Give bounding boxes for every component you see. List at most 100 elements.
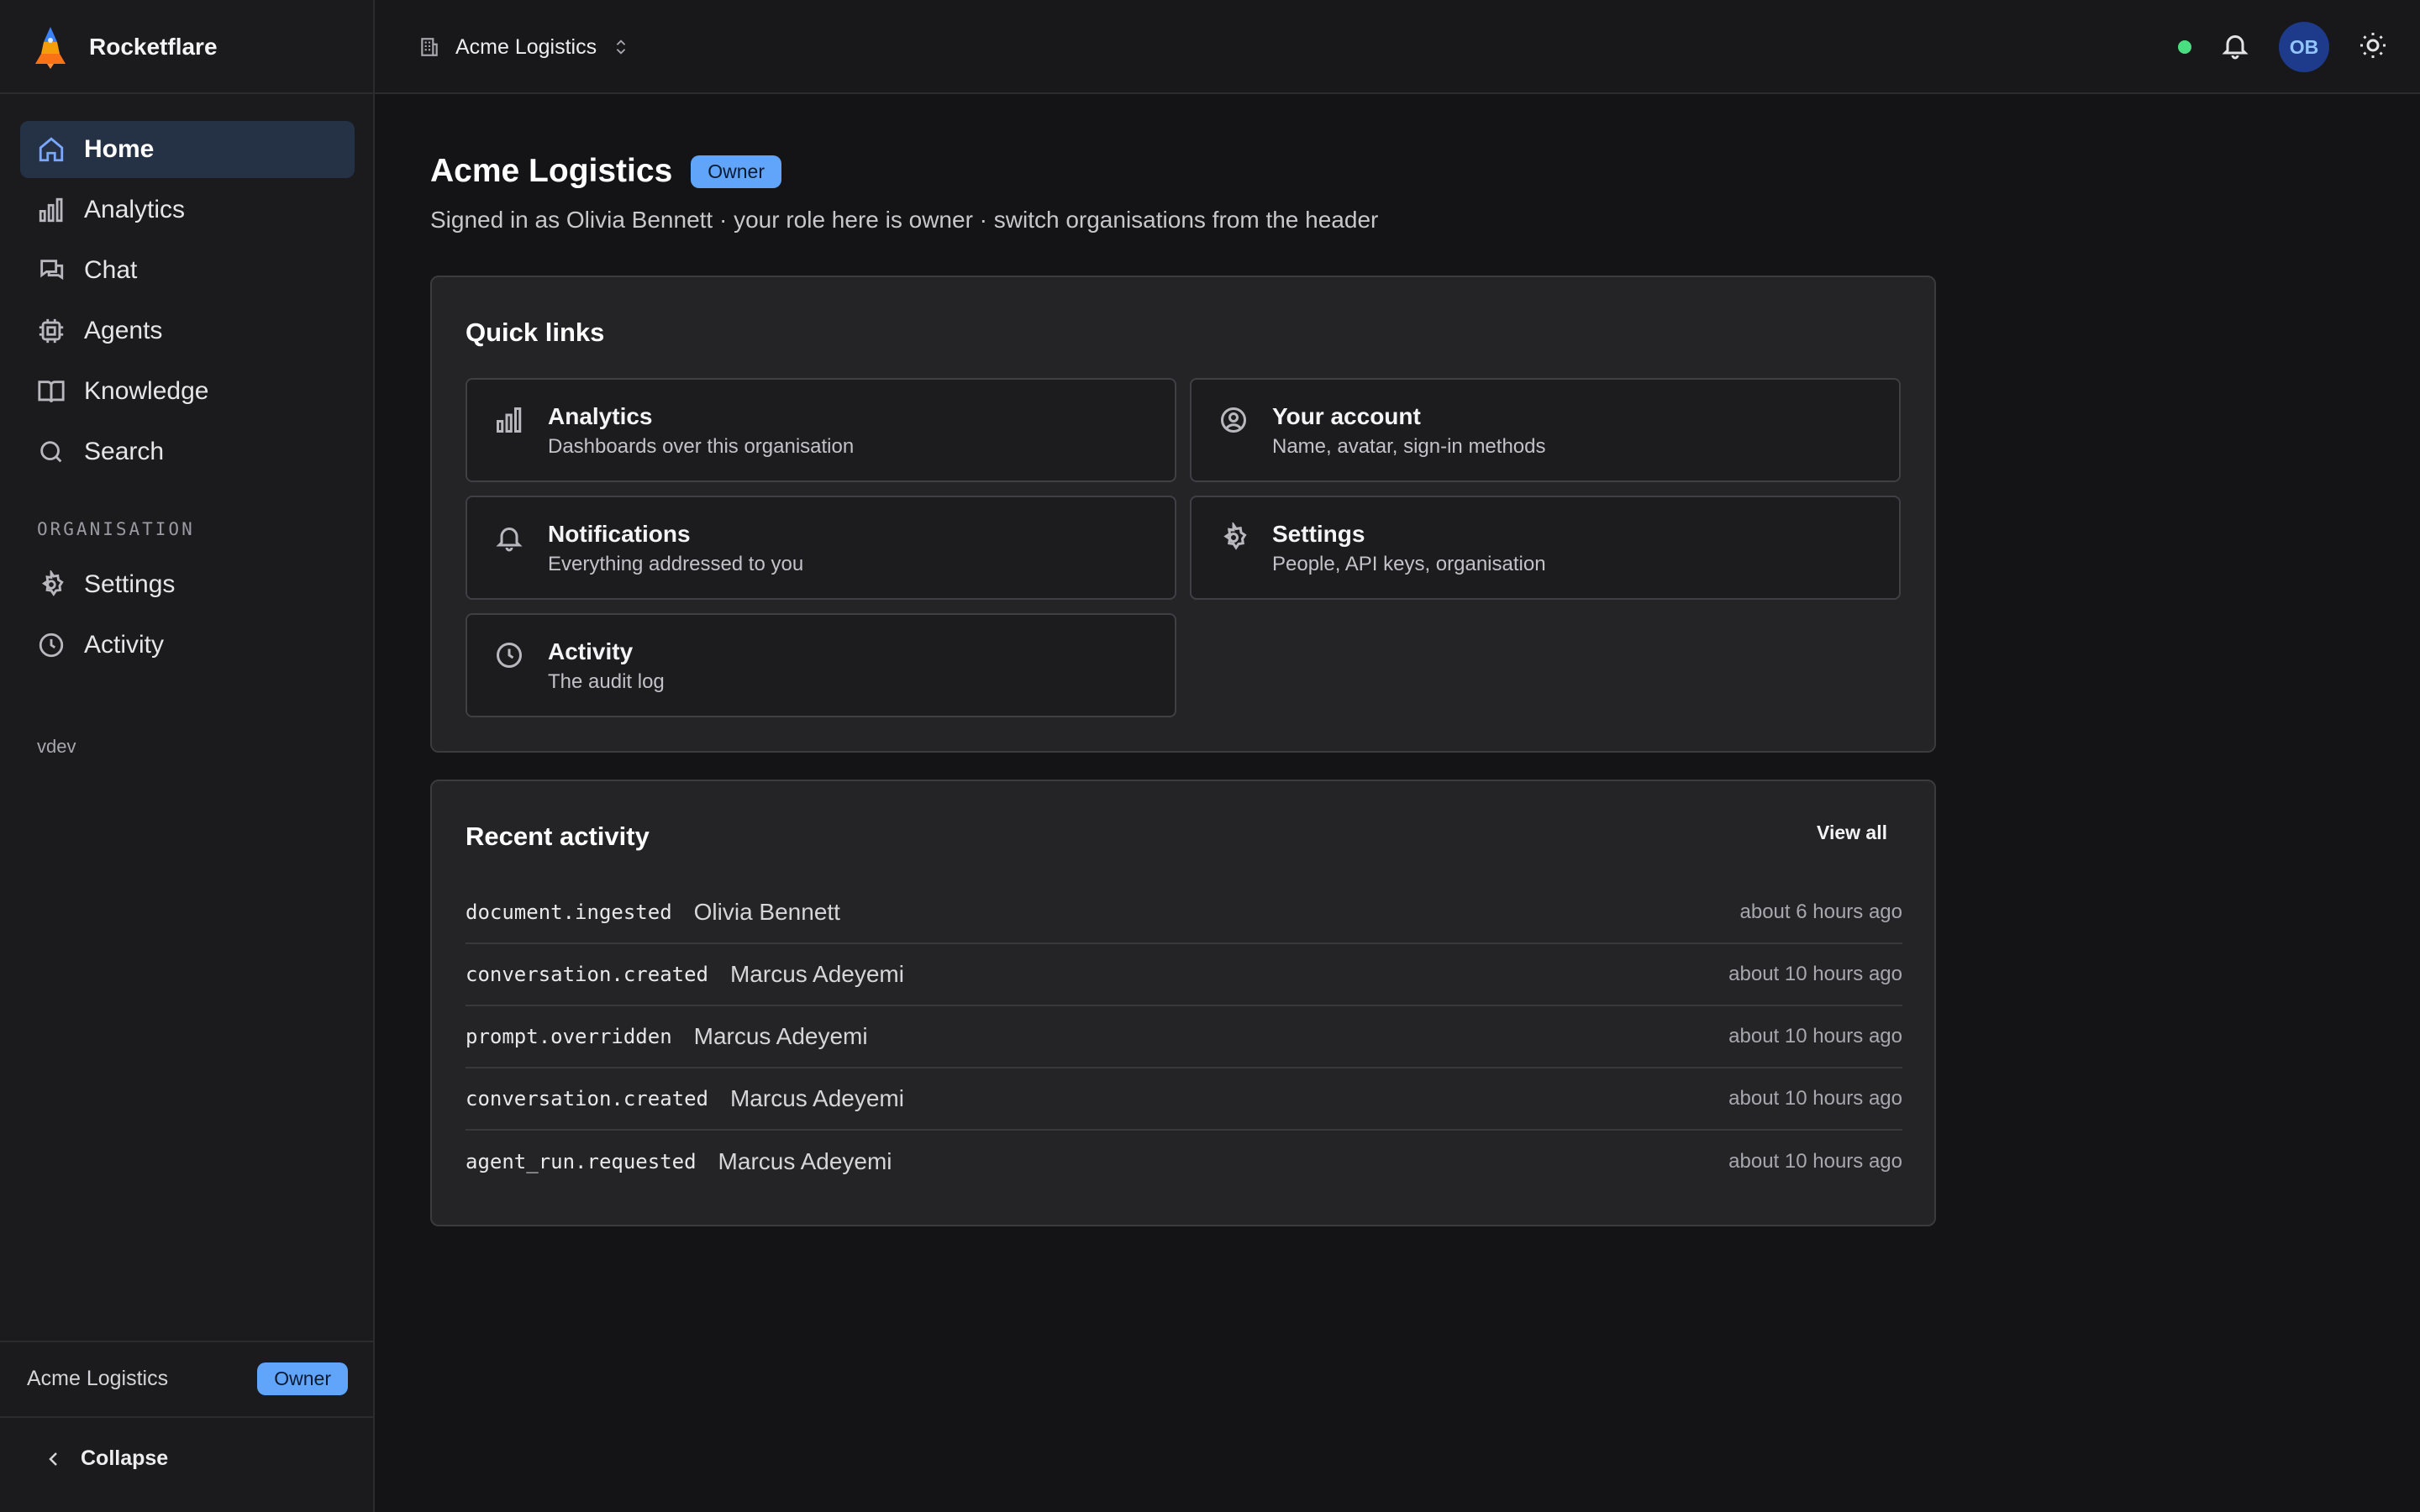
page-subtitle: Signed in as Olivia Bennett · your role … [430,207,1379,233]
bar-chart-icon [494,405,524,435]
activity-row[interactable]: prompt.overridden Marcus Adeyemi about 1… [466,1006,1902,1068]
theme-toggle-button[interactable] [2358,30,2388,65]
role-badge: Owner [257,1362,348,1395]
activity-row[interactable]: conversation.created Marcus Adeyemi abou… [466,1068,1902,1131]
sidebar-item-search[interactable]: Search [20,423,355,480]
sidebar-item-agents[interactable]: Agents [20,302,355,360]
collapse-button[interactable]: Collapse [44,1446,168,1471]
activity-actor: Marcus Adeyemi [718,1148,892,1174]
sidebar-item-analytics[interactable]: Analytics [20,181,355,239]
sidebar-item-chat[interactable]: Chat [20,242,355,299]
page-header: Acme Logistics Owner [430,148,1936,195]
quick-link-title: Notifications [548,521,691,547]
cpu-icon [37,317,66,345]
role-badge: Owner [691,155,782,188]
org-switcher[interactable]: Acme Logistics [418,27,630,67]
activity-time: about 10 hours ago [1728,1025,1902,1047]
sidebar-item-label: Knowledge [84,377,209,405]
org-name: Acme Logistics [27,1366,169,1390]
quick-link-title: Your account [1272,403,1421,429]
recent-activity-title: Recent activity [466,822,650,851]
sidebar-item-label: Agents [84,317,163,344]
activity-event: conversation.created [466,1087,708,1110]
page-title: Acme Logistics [430,153,673,189]
recent-activity-card: Recent activity View all document.ingest… [430,780,1936,1226]
activity-actor: Marcus Adeyemi [729,1085,904,1111]
home-icon [37,135,66,164]
quick-link-notifications[interactable]: Notifications Everything addressed to yo… [466,496,1176,600]
collapse-label: Collapse [81,1446,169,1470]
building-icon [421,38,438,56]
activity-event: document.ingested [466,900,672,924]
quick-link-description: Everything addressed to you [548,553,804,575]
activity-list: document.ingested Olivia Bennett about 6… [466,882,1902,1193]
quick-link-description: People, API keys, organisation [1272,553,1546,575]
activity-time: about 10 hours ago [1728,1150,1902,1173]
activity-actor: Marcus Adeyemi [693,1023,868,1049]
primary-nav: Home Analytics Chat Agents Knowledge Sea… [20,121,355,484]
activity-time: about 6 hours ago [1739,900,1903,923]
notifications-button[interactable] [2220,30,2250,65]
app-version: vdev [37,736,76,757]
view-all-link[interactable]: View all [1817,822,1887,844]
activity-event: prompt.overridden [466,1025,672,1048]
quick-link-description: Dashboards over this organisation [548,435,855,458]
quick-link-title: Settings [1272,521,1365,547]
org-switcher-label: Acme Logistics [455,34,597,59]
chevron-left-icon [49,1452,57,1466]
quick-link-title: Activity [548,638,634,664]
chat-icon [37,256,66,285]
top-header: Acme Logistics OB [375,0,2420,94]
quick-link-description: The audit log [548,670,665,693]
quick-link-settings[interactable]: Settings People, API keys, organisation [1190,496,1901,600]
main-content: Acme Logistics Owner Signed in as Olivia… [430,148,1936,1226]
online-status-indicator [2178,40,2191,54]
sun-icon [2360,32,2386,58]
search-icon [37,438,66,466]
activity-time: about 10 hours ago [1728,963,1902,985]
divider [0,92,373,94]
divider [0,1416,373,1418]
clock-icon [37,631,66,659]
quick-link-your-account[interactable]: Your account Name, avatar, sign-in metho… [1190,378,1901,482]
rocket-logo-icon [35,27,66,69]
organisation-nav: Settings Activity [20,556,355,677]
gear-icon [1218,521,1249,553]
activity-row[interactable]: agent_run.requested Marcus Adeyemi about… [466,1131,1902,1193]
activity-row[interactable]: conversation.created Marcus Adeyemi abou… [466,944,1902,1006]
divider [0,1341,373,1342]
quick-link-analytics[interactable]: Analytics Dashboards over this organisat… [466,378,1176,482]
sidebar: Rocketflare Home Analytics Chat Agents K… [0,0,375,1512]
quick-links-card: Quick links Analytics Dashboards over th… [430,276,1936,753]
quick-link-description: Name, avatar, sign-in methods [1272,435,1546,458]
book-icon [37,377,66,406]
bell-icon [494,522,524,553]
sidebar-item-home[interactable]: Home [20,121,355,178]
sidebar-item-label: Analytics [84,196,186,223]
app-name: Rocketflare [89,34,218,60]
sidebar-item-settings[interactable]: Settings [20,556,355,613]
current-org: Acme Logistics Owner [27,1361,348,1396]
activity-time: about 10 hours ago [1728,1087,1902,1110]
sidebar-item-label: Settings [84,570,176,598]
sidebar-item-activity[interactable]: Activity [20,617,355,674]
chevron-up-down-icon [616,39,626,55]
quick-links-title: Quick links [466,318,605,347]
clock-icon [494,640,524,670]
section-label-organisation: ORGANISATION [37,519,195,539]
brand[interactable]: Rocketflare [32,25,218,69]
user-circle-icon [1218,405,1249,435]
activity-actor: Marcus Adeyemi [729,961,904,987]
sidebar-item-knowledge[interactable]: Knowledge [20,363,355,420]
activity-row[interactable]: document.ingested Olivia Bennett about 6… [466,882,1902,944]
gear-icon [37,570,66,599]
sidebar-item-label: Chat [84,256,138,284]
bell-icon [2222,34,2249,59]
activity-event: agent_run.requested [466,1150,697,1173]
activity-actor: Olivia Bennett [693,899,840,925]
avatar[interactable]: OB [2279,22,2329,72]
quick-link-activity[interactable]: Activity The audit log [466,613,1176,717]
quick-link-title: Analytics [548,403,653,429]
bar-chart-icon [37,196,66,224]
header-actions: OB [2178,22,2388,72]
